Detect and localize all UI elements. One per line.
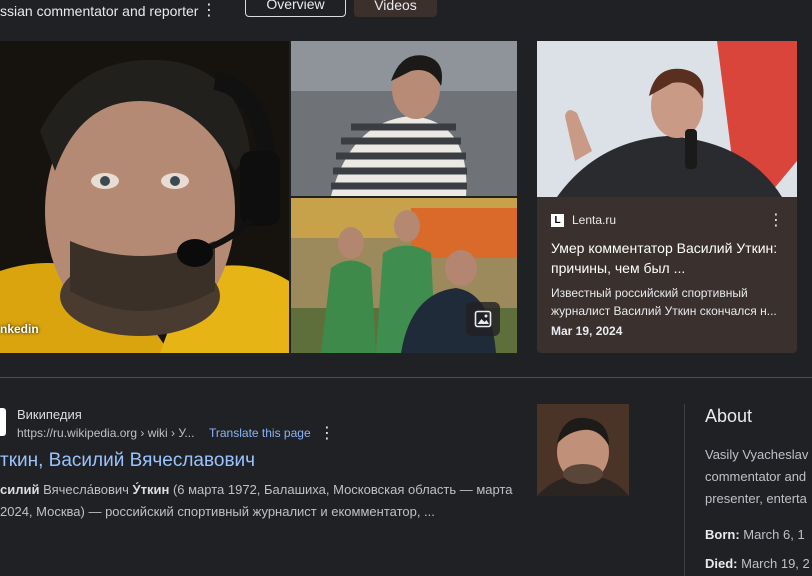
result-title-link[interactable]: ткин, Василий Вячеславович [0, 450, 255, 472]
tab-overview[interactable]: Overview [245, 0, 346, 17]
news-source[interactable]: L Lenta.ru [551, 213, 616, 227]
lenta-logo-icon: L [551, 213, 564, 227]
section-divider [0, 377, 812, 378]
translate-link[interactable]: Translate this page [209, 426, 311, 440]
more-options-icon[interactable]: ⋮ [201, 2, 217, 20]
tab-videos[interactable]: Videos [354, 0, 437, 17]
news-image [537, 41, 797, 197]
panel-divider [684, 404, 685, 576]
result-more-options-icon[interactable]: ⋮ [319, 425, 335, 443]
news-source-name: Lenta.ru [572, 213, 617, 227]
image-source-label: nkedin [0, 322, 39, 336]
news-card[interactable]: L Lenta.ru ⋮ Умер комментатор Василий Ут… [537, 41, 797, 353]
entity-subtitle: ssian commentator and reporter [0, 3, 199, 19]
news-more-options-icon[interactable]: ⋮ [768, 212, 784, 230]
image-main-headset[interactable] [0, 41, 289, 353]
about-heading: About [705, 406, 753, 426]
result-url[interactable]: https://ru.wikipedia.org › wiki › У... [17, 426, 194, 440]
wikipedia-favicon-icon [0, 408, 6, 436]
news-date: Mar 19, 2024 [551, 324, 623, 338]
image-striped-shirt[interactable] [291, 41, 517, 196]
about-description: Vasily Vyacheslav commentator and presen… [705, 447, 809, 506]
about-born: Born: March 6, 1 [705, 527, 805, 542]
result-site-name[interactable]: Википедия [17, 407, 82, 422]
result-snippet: силий Вячесла́вович У́ткин (6 марта 1972… [0, 482, 513, 519]
about-died: Died: March 19, 2 [705, 556, 810, 571]
news-snippet: Известный российский спортивный журналис… [551, 286, 777, 318]
gallery-icon[interactable] [466, 302, 500, 336]
news-title[interactable]: Умер комментатор Василий Уткин: причины,… [551, 238, 787, 278]
result-thumbnail[interactable] [537, 404, 629, 496]
